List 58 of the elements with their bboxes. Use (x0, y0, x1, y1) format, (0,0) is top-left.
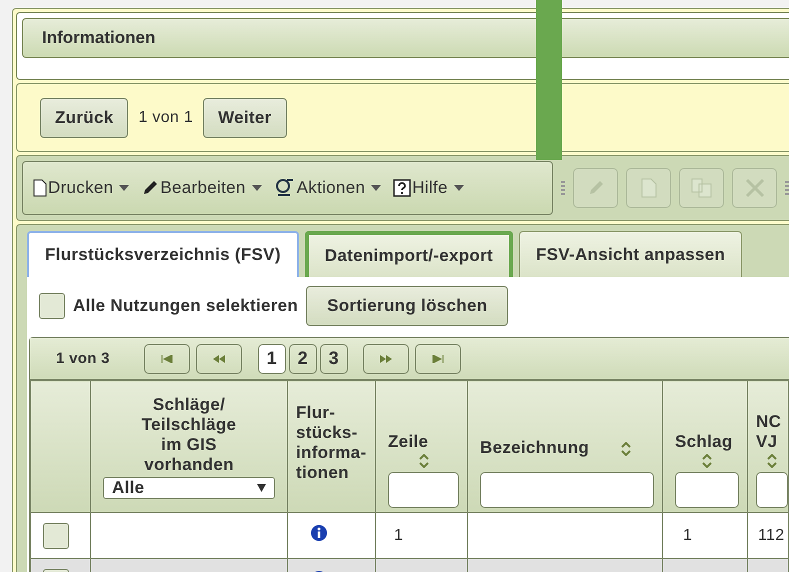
previous-page-icon (212, 354, 225, 362)
column-title[interactable]: Zeile (388, 432, 428, 452)
help-icon (393, 179, 412, 198)
caret-icon (454, 185, 464, 192)
previous-page-button[interactable] (196, 344, 242, 374)
clear-sort-button[interactable]: Sortierung löschen (306, 286, 508, 326)
checkbox-label: Alle Nutzungen selektieren (73, 296, 298, 316)
row-checkbox[interactable] (43, 522, 69, 548)
last-page-button[interactable] (414, 344, 461, 374)
filter-field[interactable] (756, 472, 788, 508)
table-cell: 112 (748, 512, 788, 558)
info-panel-title[interactable]: Informationen (22, 18, 789, 58)
next-page-button[interactable] (362, 344, 409, 374)
page-button[interactable]: 1 (258, 344, 286, 374)
column-title[interactable]: Bezeichnung (480, 438, 590, 458)
info-icon[interactable] (310, 524, 328, 542)
sort-icon[interactable] (418, 454, 428, 468)
menu-button[interactable]: Bearbeiten (141, 178, 262, 198)
next-page-icon (380, 354, 392, 362)
page-button[interactable]: 2 (288, 344, 317, 374)
sort-icon[interactable] (620, 442, 631, 456)
next-button[interactable]: Weiter (203, 98, 287, 138)
copy-icon (690, 178, 713, 198)
column-title: Schläge/ Teilschläge im GIS vorhanden (142, 394, 236, 474)
filter-field[interactable] (388, 472, 459, 508)
column-title[interactable]: NC VJ (756, 412, 782, 452)
tab[interactable]: Flurstücksverzeichnis (FSV) (27, 231, 299, 277)
filter-dropdown[interactable]: Alle (103, 476, 275, 498)
page-position: 1 von 3 (56, 350, 110, 367)
document-icon (33, 179, 47, 198)
filter-field[interactable] (675, 472, 739, 508)
filter-field[interactable] (480, 472, 654, 508)
caret-icon (252, 185, 262, 192)
record-position: 1 von 1 (138, 108, 194, 127)
caret-icon (119, 185, 130, 192)
toolbar-grip[interactable] (561, 181, 566, 196)
dropdown-arrow-icon (257, 484, 266, 492)
menu-button[interactable]: Hilfe (393, 178, 464, 198)
first-page-icon (160, 354, 173, 362)
back-button[interactable]: Zurück (40, 98, 128, 138)
table-cell: 1 (376, 512, 468, 558)
tab[interactable]: FSV-Ansicht anpassen (518, 231, 742, 277)
menu-button[interactable]: Aktionen (274, 178, 382, 198)
table-cell: 1 (662, 512, 748, 558)
sort-icon[interactable] (767, 454, 777, 468)
document-icon (640, 178, 657, 198)
tab[interactable]: Datenimport/-export (304, 231, 513, 277)
page-button[interactable]: 3 (320, 344, 348, 374)
last-page-icon (432, 354, 444, 362)
first-page-button[interactable] (144, 344, 190, 374)
sort-icon[interactable] (702, 454, 712, 468)
column-title: Flur- stücks- informa- tionen (296, 403, 366, 482)
checkbox[interactable] (39, 293, 65, 319)
column-title[interactable]: Schlag (675, 432, 733, 452)
close-icon (744, 178, 765, 198)
menu-button[interactable]: Drucken (33, 178, 130, 198)
toolbar-grip[interactable] (785, 181, 789, 196)
caret-icon (371, 185, 382, 192)
